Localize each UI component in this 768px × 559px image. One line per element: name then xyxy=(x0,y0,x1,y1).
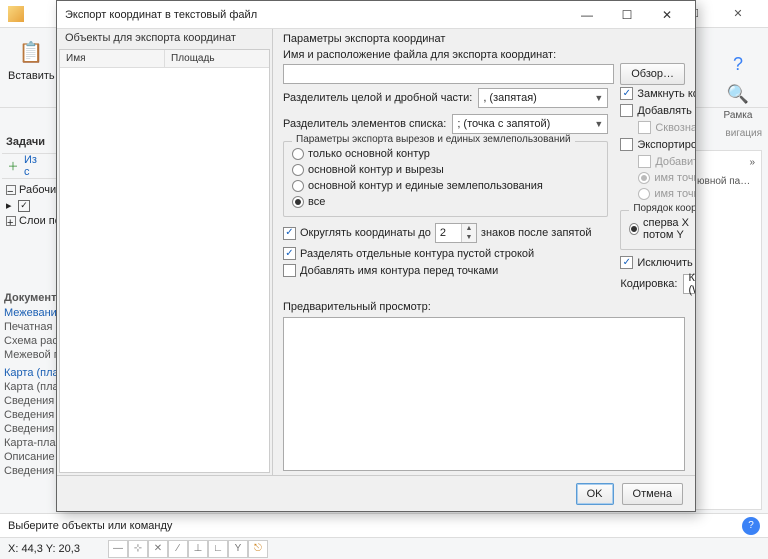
dialog-footer: OK Отмена xyxy=(57,475,695,511)
order-xy-radio[interactable]: сперва X потом Y xyxy=(629,217,695,241)
dialog-title: Экспорт координат в текстовый файл xyxy=(65,9,567,21)
bg-footer: X: 44,3 Y: 20,3 — ⊹ ✕ ∕ ⊥ ∟ Y ⎋ xyxy=(0,537,768,559)
bg-right-panel: » ювной па… xyxy=(692,150,762,510)
bg-nav-label: вигация xyxy=(725,128,762,139)
spin-down-icon[interactable]: ▼ xyxy=(462,233,476,242)
col-area[interactable]: Площадь xyxy=(165,50,269,67)
clipboard-icon: 📋 xyxy=(15,36,47,68)
sep-list-select[interactable]: ; (точка с запятой)▼ xyxy=(452,114,608,134)
bg-right-tools: ? 🔍 Рамка xyxy=(714,50,762,121)
coords-text: X: 44,3 Y: 20,3 xyxy=(8,543,80,555)
tool-btn-3[interactable]: ✕ xyxy=(148,540,168,558)
name-before-radio: имя точки перед координатами xyxy=(620,172,695,184)
tool-btn-1[interactable]: — xyxy=(108,540,128,558)
add-number-checkbox[interactable]: Добавлять номер по порядку xyxy=(620,104,695,117)
tool-btn-7[interactable]: Y xyxy=(228,540,248,558)
preview-label: Предварительный просмотр: xyxy=(283,301,685,313)
status-text: Выберите объекты или команду xyxy=(8,520,172,532)
tool-btn-4[interactable]: ∕ xyxy=(168,540,188,558)
objects-pane: Объекты для экспорта координат Имя Площа… xyxy=(57,29,273,475)
ok-button[interactable]: OK xyxy=(576,483,614,505)
encoding-label: Кодировка: xyxy=(620,278,677,290)
chevron-down-icon: ▼ xyxy=(594,119,603,129)
sep-dec-select[interactable]: , (запятая)▼ xyxy=(478,88,608,108)
radio-all[interactable]: все xyxy=(292,196,599,208)
order-legend: Порядок координат xyxy=(629,203,695,214)
tree-toggle-icon[interactable]: − xyxy=(6,185,16,195)
radio-main-only[interactable]: только основной контур xyxy=(292,148,599,160)
sep-list-label: Разделитель элементов списка: xyxy=(283,118,446,130)
name-after-radio: имя точки после координат xyxy=(620,188,695,200)
exclude-dying-checkbox[interactable]: ✓Исключить умирающие xyxy=(620,256,695,269)
radio-main-cut[interactable]: основной контур и вырезы xyxy=(292,164,599,176)
status-help-icon[interactable]: ? xyxy=(742,517,760,535)
encoding-select[interactable]: Кириллица (Windows)▼ xyxy=(683,274,695,294)
sep-dec-label: Разделитель целой и дробной части: xyxy=(283,92,472,104)
cutouts-group: Параметры экспорта вырезов и единых земл… xyxy=(283,141,608,217)
file-label: Имя и расположение файла для экспорта ко… xyxy=(283,49,685,61)
bg-frame-label: Рамка xyxy=(724,110,753,121)
bg-paste-button[interactable]: 📋 Вставить xyxy=(8,32,55,82)
round-checkbox[interactable]: ✓ Округлять координаты до 2 ▲▼ знаков по… xyxy=(283,223,608,243)
browse-button[interactable]: Обзор… xyxy=(620,63,685,85)
tool-btn-8[interactable]: ⎋ xyxy=(248,540,268,558)
bg-close-icon[interactable]: ✕ xyxy=(716,2,760,26)
help-icon[interactable]: ? xyxy=(724,50,752,78)
dialog-minimize-icon[interactable]: — xyxy=(567,3,607,27)
order-group: Порядок координат сперва X потом Y сперв… xyxy=(620,210,695,250)
zoom-icon[interactable]: 🔍 xyxy=(724,80,752,108)
tool-btn-6[interactable]: ∟ xyxy=(208,540,228,558)
add-n-new-checkbox: Добавить «н» для новых точек xyxy=(620,155,695,168)
through-num-checkbox: Сквозная нумерация xyxy=(620,121,695,134)
add-contour-name-checkbox[interactable]: Добавлять имя контура перед точками xyxy=(283,264,608,277)
round-spinner[interactable]: 2 ▲▼ xyxy=(435,223,477,243)
dialog-titlebar[interactable]: Экспорт координат в текстовый файл — ☐ ✕ xyxy=(57,1,695,29)
params-header: Параметры экспорта координат xyxy=(283,33,685,47)
tree-toggle-icon[interactable]: + xyxy=(6,216,16,226)
dialog-maximize-icon[interactable]: ☐ xyxy=(607,3,647,27)
footer-tools: — ⊹ ✕ ∕ ⊥ ∟ Y ⎋ xyxy=(108,540,268,558)
cutouts-legend: Параметры экспорта вырезов и единых земл… xyxy=(292,134,575,145)
objects-table[interactable]: Имя Площадь xyxy=(59,49,270,473)
chevron-down-icon: ▼ xyxy=(594,93,603,103)
add-icon[interactable]: ＋ xyxy=(6,159,20,173)
tool-btn-2[interactable]: ⊹ xyxy=(128,540,148,558)
export-name-checkbox[interactable]: Экспортировать имя точки xyxy=(620,138,695,151)
close-contour-checkbox[interactable]: ✓Замкнуть контур первой точкой xyxy=(620,87,695,100)
dialog-close-icon[interactable]: ✕ xyxy=(647,3,687,27)
refresh-icon[interactable]: Из с xyxy=(24,159,38,173)
split-empty-checkbox[interactable]: ✓Разделять отдельные контура пустой стро… xyxy=(283,247,608,260)
file-path-input[interactable] xyxy=(283,64,614,84)
bg-paste-label: Вставить xyxy=(8,70,55,82)
export-dialog: Экспорт координат в текстовый файл — ☐ ✕… xyxy=(56,0,696,512)
objects-header: Объекты для экспорта координат xyxy=(57,29,272,47)
cancel-button[interactable]: Отмена xyxy=(622,483,683,505)
tool-btn-5[interactable]: ⊥ xyxy=(188,540,208,558)
col-name[interactable]: Имя xyxy=(60,50,165,67)
app-logo-icon xyxy=(8,6,24,22)
radio-main-all[interactable]: основной контур и единые землепользовани… xyxy=(292,180,599,192)
bg-status-bar: Выберите объекты или команду ? xyxy=(0,513,768,537)
bg-right-item[interactable]: ювной па… xyxy=(693,174,761,189)
spin-up-icon[interactable]: ▲ xyxy=(462,224,476,233)
checkbox-icon[interactable]: ✓ xyxy=(18,200,30,212)
params-pane: Параметры экспорта координат Имя и распо… xyxy=(273,29,695,475)
preview-area[interactable] xyxy=(283,317,685,471)
bg-right-chevrons[interactable]: » xyxy=(693,151,761,174)
